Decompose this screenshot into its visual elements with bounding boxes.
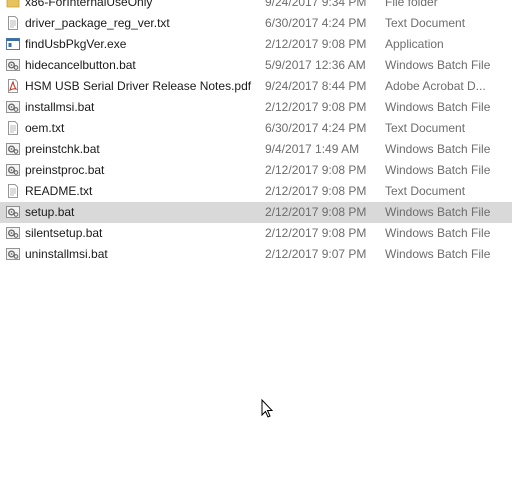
- file-name: hidecancelbutton.bat: [25, 58, 136, 72]
- file-type: Windows Batch File: [385, 247, 491, 261]
- file-date-modified: 2/12/2017 9:08 PM: [265, 226, 367, 240]
- file-date-modified: 2/12/2017 9:08 PM: [265, 100, 367, 114]
- file-date-modified: 9/4/2017 1:49 AM: [265, 142, 360, 156]
- text-file-icon: [6, 184, 20, 198]
- file-name: setup.bat: [25, 205, 75, 219]
- file-date-modified: 9/24/2017 9:34 PM: [265, 0, 367, 9]
- file-row[interactable]: preinstchk.bat 9/4/2017 1:49 AM Windows Ba…: [0, 139, 512, 160]
- file-row[interactable]: setup.bat 2/12/2017 9:08 PM Windows Batch …: [0, 202, 512, 223]
- file-date-modified: 2/12/2017 9:07 PM: [265, 247, 367, 261]
- file-name: HSM USB Serial Driver Release Notes.pdf: [25, 79, 252, 93]
- file-name: findUsbPkgVer.exe: [25, 37, 127, 51]
- file-type: Windows Batch File: [385, 163, 491, 177]
- file-date-modified: 2/12/2017 9:08 PM: [265, 163, 367, 177]
- pdf-file-icon: [6, 79, 20, 93]
- file-date-modified: 5/9/2017 12:36 AM: [265, 58, 366, 72]
- file-name: driver_package_reg_ver.txt: [25, 16, 170, 30]
- batch-file-icon: [6, 142, 20, 156]
- batch-file-icon: [6, 58, 20, 72]
- file-row[interactable]: HSM USB Serial Driver Release Notes.pdf 9…: [0, 76, 512, 97]
- folder-icon: [6, 0, 20, 9]
- file-date-modified: 6/30/2017 4:24 PM: [265, 121, 367, 135]
- file-row[interactable]: hidecancelbutton.bat 5/9/2017 12:36 AM Win…: [0, 55, 512, 76]
- file-type: Application: [385, 37, 444, 51]
- file-type: Windows Batch File: [385, 226, 491, 240]
- file-date-modified: 9/24/2017 8:44 PM: [265, 79, 367, 93]
- file-type: Windows Batch File: [385, 142, 491, 156]
- file-type: Windows Batch File: [385, 100, 491, 114]
- file-type: File folder: [385, 0, 438, 9]
- batch-file-icon: [6, 247, 20, 261]
- file-type: Text Document: [385, 121, 466, 135]
- file-type: Windows Batch File: [385, 58, 491, 72]
- batch-file-icon: [6, 163, 20, 177]
- file-name: preinstproc.bat: [25, 163, 105, 177]
- mouse-cursor-icon: [261, 399, 274, 418]
- file-name: README.txt: [25, 184, 93, 198]
- file-row[interactable]: README.txt 2/12/2017 9:08 PM Text Document: [0, 181, 512, 202]
- file-date-modified: 6/30/2017 4:24 PM: [265, 16, 367, 30]
- file-row[interactable]: silentsetup.bat 2/12/2017 9:08 PM Windows …: [0, 223, 512, 244]
- file-row[interactable]: driver_package_reg_ver.txt 6/30/2017 4:24…: [0, 13, 512, 34]
- file-name: preinstchk.bat: [25, 142, 100, 156]
- file-name: oem.txt: [25, 121, 65, 135]
- file-type: Text Document: [385, 184, 466, 198]
- file-name: silentsetup.bat: [25, 226, 103, 240]
- file-name: x86-ForInternalUseOnly: [25, 0, 153, 9]
- text-file-icon: [6, 121, 20, 135]
- file-type: Windows Batch File: [385, 205, 491, 219]
- application-icon: [6, 37, 20, 51]
- batch-file-icon: [6, 226, 20, 240]
- file-name: installmsi.bat: [25, 100, 95, 114]
- batch-file-icon: [6, 100, 20, 114]
- file-type: Text Document: [385, 16, 466, 30]
- file-row[interactable]: preinstproc.bat 2/12/2017 9:08 PM Windows …: [0, 160, 512, 181]
- file-row[interactable]: findUsbPkgVer.exe 2/12/2017 9:08 PM Applic…: [0, 34, 512, 55]
- file-date-modified: 2/12/2017 9:08 PM: [265, 37, 367, 51]
- file-row[interactable]: x86-ForInternalUseOnly 9/24/2017 9:34 PM F…: [0, 0, 512, 13]
- file-type: Adobe Acrobat D...: [385, 79, 486, 93]
- text-file-icon: [6, 16, 20, 30]
- file-row[interactable]: oem.txt 6/30/2017 4:24 PM Text Document: [0, 118, 512, 139]
- file-list: x86-ForInternalUseOnly 9/24/2017 9:34 PM F…: [0, 0, 512, 265]
- batch-file-icon: [6, 205, 20, 219]
- file-date-modified: 2/12/2017 9:08 PM: [265, 205, 367, 219]
- file-date-modified: 2/12/2017 9:08 PM: [265, 184, 367, 198]
- file-name: uninstallmsi.bat: [25, 247, 108, 261]
- file-row[interactable]: installmsi.bat 2/12/2017 9:08 PM Windows B…: [0, 97, 512, 118]
- file-row[interactable]: uninstallmsi.bat 2/12/2017 9:07 PM Windows…: [0, 244, 512, 265]
